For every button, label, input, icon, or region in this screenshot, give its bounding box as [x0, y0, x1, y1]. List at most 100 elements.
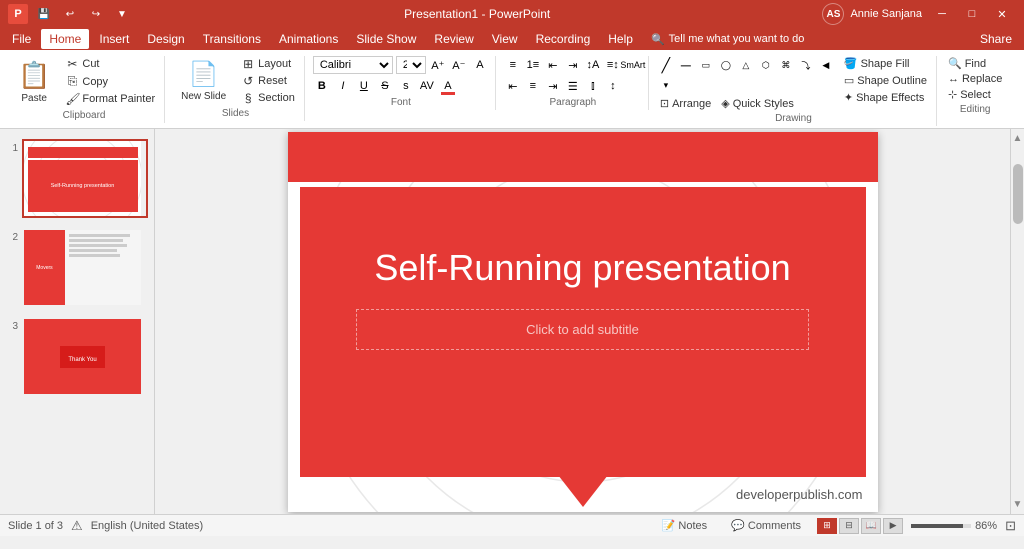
column-button[interactable]: ⫾	[584, 77, 602, 95]
slideshow-button[interactable]: ▶	[883, 518, 903, 534]
shape-more[interactable]: ▾	[657, 76, 675, 94]
slide-title[interactable]: Self-Running presentation	[374, 247, 790, 289]
menu-slideshow[interactable]: Slide Show	[348, 29, 424, 49]
slide-sorter-button[interactable]: ⊟	[839, 518, 859, 534]
clear-format-button[interactable]: A	[471, 56, 489, 74]
quick-access-more[interactable]: ▼	[112, 4, 132, 24]
slide-subtitle-box[interactable]: Click to add subtitle	[356, 309, 809, 350]
shape-fill-button[interactable]: 🪣 Shape Fill	[841, 56, 930, 71]
slide-canvas[interactable]: Self-Running presentation Click to add s…	[288, 132, 878, 512]
slide-img-2[interactable]: Movers	[22, 228, 148, 307]
cut-label: Cut	[82, 58, 99, 70]
section-button[interactable]: § Section	[238, 90, 298, 106]
quick-styles-button[interactable]: ◈ Quick Styles	[718, 96, 797, 111]
align-right-button[interactable]: ⇥	[544, 77, 562, 95]
copy-icon: ⎘	[65, 74, 79, 89]
numbering-button[interactable]: 1≡	[524, 56, 542, 74]
font-row1: Calibri 28 A⁺ A⁻ A	[313, 56, 489, 74]
maximize-button[interactable]: □	[958, 4, 986, 24]
shape-7[interactable]: ⌘	[777, 56, 795, 74]
decrease-indent-button[interactable]: ⇤	[544, 56, 562, 74]
normal-view-button[interactable]: ⊞	[817, 518, 837, 534]
shape-1[interactable]: ╱	[657, 56, 675, 74]
scroll-down-btn[interactable]: ▼	[1013, 499, 1023, 510]
align-center-button[interactable]: ≡	[524, 77, 542, 95]
reset-button[interactable]: ↺ Reset	[238, 73, 298, 89]
shape-6[interactable]: ⬡	[757, 56, 775, 74]
layout-button[interactable]: ⊞ Layout	[238, 56, 298, 72]
zoom-slider[interactable]	[911, 524, 971, 528]
char-spacing-button[interactable]: AV	[418, 77, 436, 95]
replace-button[interactable]: ↔ Replace	[945, 72, 1005, 86]
fit-slide-button[interactable]: ⊡	[1005, 518, 1016, 534]
font-family-select[interactable]: Calibri	[313, 56, 393, 74]
close-button[interactable]: ✕	[988, 4, 1016, 24]
menu-home[interactable]: Home	[41, 29, 89, 49]
menu-insert[interactable]: Insert	[91, 29, 137, 49]
menu-review[interactable]: Review	[426, 29, 481, 49]
tell-me-search[interactable]: 🔍 Tell me what you want to do	[651, 33, 804, 46]
slide-subtitle[interactable]: Click to add subtitle	[526, 322, 639, 337]
justify-button[interactable]: ☰	[564, 77, 582, 95]
font-color-button[interactable]: A	[439, 77, 457, 95]
line-spacing-button[interactable]: ↕	[604, 77, 622, 95]
slide-main-content[interactable]: Self-Running presentation Click to add s…	[300, 187, 866, 477]
align-text-button[interactable]: ≡↕	[604, 56, 622, 74]
shape-8[interactable]: ⤵	[797, 56, 815, 74]
shape-outline-button[interactable]: ▭ Shape Outline	[841, 73, 930, 88]
bullets-button[interactable]: ≡	[504, 56, 522, 74]
share-button[interactable]: Share	[972, 30, 1020, 48]
cut-button[interactable]: ✂ Cut	[62, 56, 158, 72]
smartart-button[interactable]: SmArt	[624, 56, 642, 74]
slide-panel[interactable]: 1 Self-Running presentation	[0, 129, 155, 514]
user-avatar[interactable]: AS	[822, 3, 844, 25]
minimize-button[interactable]: ─	[928, 4, 956, 24]
slide-thumb-3[interactable]: 3 Thank You	[4, 315, 150, 398]
shape-4[interactable]: ◯	[717, 56, 735, 74]
copy-button[interactable]: ⎘ Copy	[62, 73, 158, 90]
notes-button[interactable]: 📝 Notes	[654, 518, 715, 533]
shape-3[interactable]: ▭	[697, 56, 715, 74]
underline-button[interactable]: U	[355, 77, 373, 95]
strikethrough-button[interactable]: S	[376, 77, 394, 95]
menu-view[interactable]: View	[484, 29, 526, 49]
new-slide-button[interactable]: 📄 New Slide	[173, 56, 234, 106]
slide-img-3[interactable]: Thank You	[22, 317, 148, 396]
shape-2[interactable]: ─	[677, 56, 695, 74]
select-button[interactable]: ⊹ Select	[945, 87, 1005, 102]
reading-view-button[interactable]: 📖	[861, 518, 881, 534]
scroll-up-btn[interactable]: ▲	[1013, 133, 1023, 144]
arrange-button[interactable]: ⊡ Arrange	[657, 96, 714, 111]
menu-transitions[interactable]: Transitions	[195, 29, 269, 49]
menu-design[interactable]: Design	[139, 29, 192, 49]
menu-file[interactable]: File	[4, 29, 39, 49]
scrollbar-thumb[interactable]	[1013, 164, 1023, 224]
decrease-font-button[interactable]: A⁻	[450, 56, 468, 74]
menu-recording[interactable]: Recording	[528, 29, 599, 49]
slide-img-1[interactable]: Self-Running presentation	[22, 139, 148, 218]
comments-button[interactable]: 💬 Comments	[723, 518, 809, 533]
shape-5[interactable]: △	[737, 56, 755, 74]
italic-button[interactable]: I	[334, 77, 352, 95]
text-direction-button[interactable]: ↕A	[584, 56, 602, 74]
paste-button[interactable]: 📋 Paste	[10, 56, 58, 108]
increase-font-button[interactable]: A⁺	[429, 56, 447, 74]
right-scrollbar[interactable]: ▲ ▼	[1010, 129, 1024, 514]
font-row2: B I U S s AV A	[313, 77, 489, 95]
quick-access-redo[interactable]: ↪	[86, 4, 106, 24]
bold-button[interactable]: B	[313, 77, 331, 95]
font-size-select[interactable]: 28	[396, 56, 426, 74]
slide-thumb-1[interactable]: 1 Self-Running presentation	[4, 137, 150, 220]
menu-help[interactable]: Help	[600, 29, 641, 49]
slide-thumb-2[interactable]: 2 Movers	[4, 226, 150, 309]
find-button[interactable]: 🔍 Find	[945, 56, 1005, 71]
shape-9[interactable]: ◀	[817, 56, 835, 74]
shadow-button[interactable]: s	[397, 77, 415, 95]
quick-access-undo[interactable]: ↩	[60, 4, 80, 24]
align-left-button[interactable]: ⇤	[504, 77, 522, 95]
menu-animations[interactable]: Animations	[271, 29, 346, 49]
quick-access-save[interactable]: 💾	[34, 4, 54, 24]
shape-effects-button[interactable]: ✦ Shape Effects	[841, 90, 930, 105]
increase-indent-button[interactable]: ⇥	[564, 56, 582, 74]
format-painter-button[interactable]: 🖌 Format Painter	[62, 91, 158, 107]
